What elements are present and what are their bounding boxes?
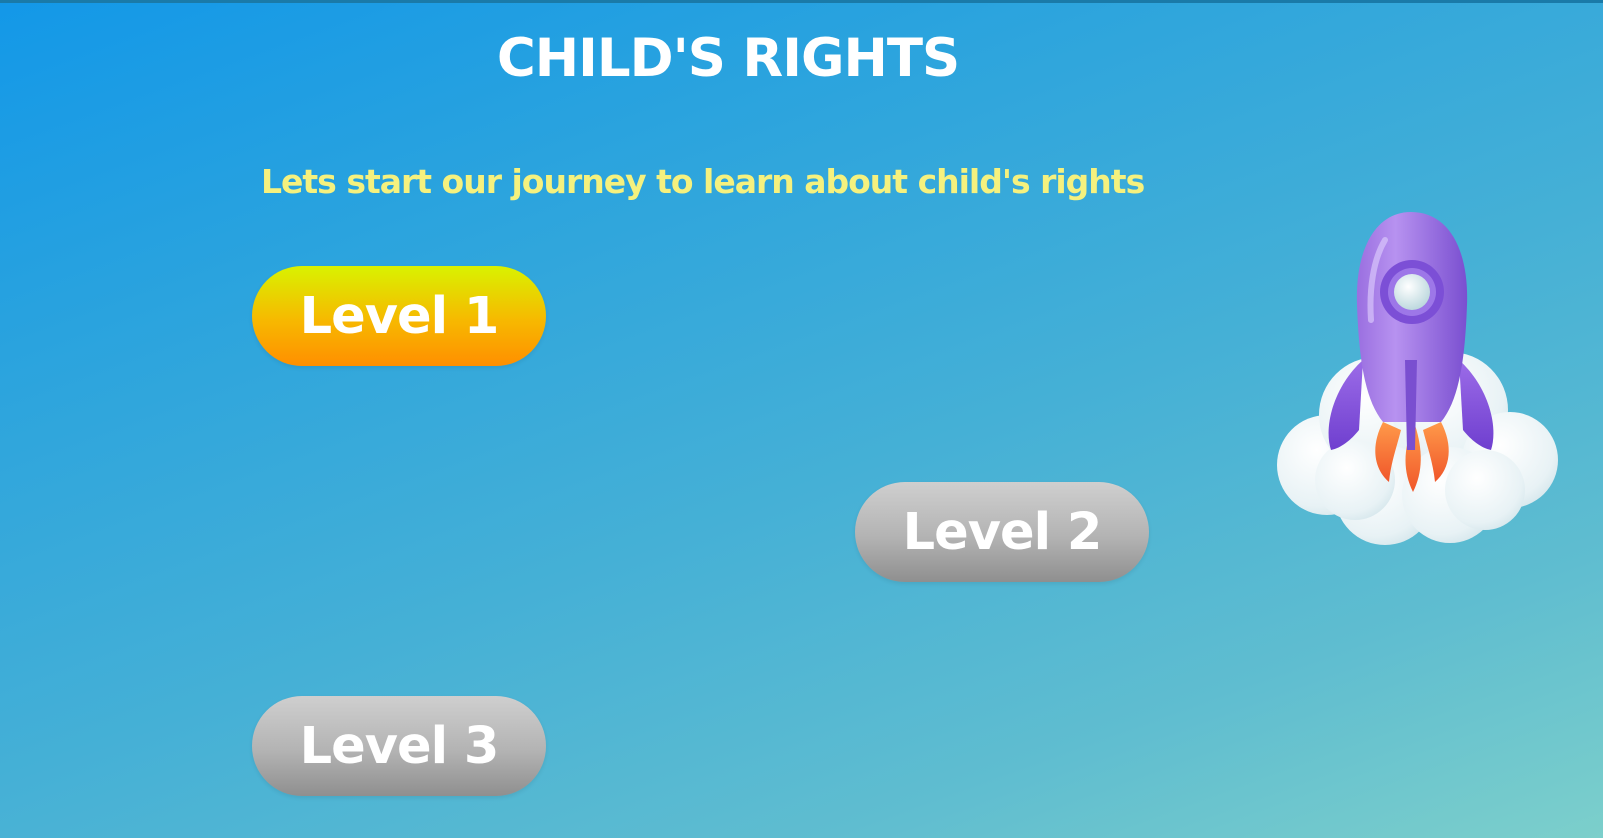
level-3-button[interactable]: Level 3 (252, 696, 546, 796)
page-title: CHILD'S RIGHTS (496, 28, 960, 89)
level-2-label: Level 2 (902, 502, 1103, 562)
level-1-label: Level 1 (299, 286, 500, 346)
level-2-button[interactable]: Level 2 (855, 482, 1149, 582)
top-border (0, 0, 1603, 3)
rocket-on-cloud-icon (1265, 210, 1565, 555)
level-3-label: Level 3 (299, 716, 500, 776)
level-1-button[interactable]: Level 1 (252, 266, 546, 366)
page-subtitle: Lets start our journey to learn about ch… (261, 162, 1145, 201)
